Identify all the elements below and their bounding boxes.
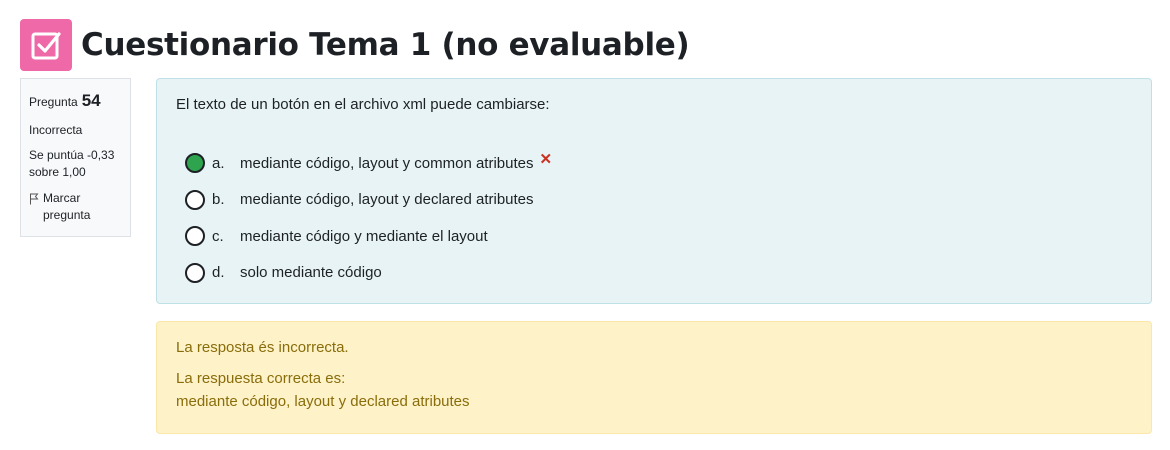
answer-text: solo mediante código xyxy=(240,264,382,282)
correct-answer-block: La respuesta correcta es: mediante códig… xyxy=(176,367,1132,414)
answer-text: mediante código, layout y common atribut… xyxy=(240,154,534,172)
feedback-panel: La resposta és incorrecta. La respuesta … xyxy=(156,321,1152,434)
feedback-result: La resposta és incorrecta. xyxy=(176,339,349,356)
flag-icon xyxy=(30,193,39,205)
page-title: Cuestionario Tema 1 (no evaluable) xyxy=(81,26,690,63)
answer-option-d[interactable]: d. solo mediante código xyxy=(185,255,552,292)
quiz-checkbox-icon xyxy=(20,19,72,71)
answer-letter: c. xyxy=(212,227,224,245)
answer-letter: a. xyxy=(212,154,225,172)
radio-button[interactable] xyxy=(185,189,205,210)
answer-option-b[interactable]: b. mediante código, layout y declared at… xyxy=(185,182,552,219)
question-number-value: 54 xyxy=(81,91,101,110)
answer-option-a[interactable]: a. mediante código, layout y common atri… xyxy=(185,145,552,182)
correct-answer-text: mediante código, layout y declared atrib… xyxy=(176,392,470,410)
question-info-panel: Pregunta 54 Incorrecta Se puntúa -0,33 s… xyxy=(20,78,131,237)
question-card: El texto de un botón en el archivo xml p… xyxy=(156,78,1152,304)
radio-button[interactable] xyxy=(185,226,205,247)
answer-text: mediante código, layout y declared atrib… xyxy=(240,191,534,209)
answer-list: a. mediante código, layout y common atri… xyxy=(185,145,552,291)
page-header: Cuestionario Tema 1 (no evaluable) xyxy=(20,18,690,72)
radio-button[interactable] xyxy=(185,153,205,174)
answer-option-c[interactable]: c. mediante código y mediante el layout xyxy=(185,218,552,255)
correct-answer-label: La respuesta correcta es: xyxy=(176,369,346,387)
answer-letter: d. xyxy=(212,264,225,282)
question-text: El texto de un botón en el archivo xml p… xyxy=(176,96,550,113)
radio-button[interactable] xyxy=(185,262,205,283)
flag-question-link[interactable]: Marcar pregunta xyxy=(29,190,122,225)
question-number: Pregunta 54 xyxy=(29,89,122,114)
answer-text: mediante código y mediante el layout xyxy=(240,227,488,245)
incorrect-icon: ✕ xyxy=(539,151,553,169)
answer-letter: b. xyxy=(212,191,225,209)
question-number-label: Pregunta xyxy=(29,95,78,109)
question-state: Incorrecta xyxy=(29,122,83,137)
flag-question-label: Marcar pregunta xyxy=(43,190,91,223)
question-grade: Se puntúa -0,33 sobre 1,00 xyxy=(29,148,115,180)
